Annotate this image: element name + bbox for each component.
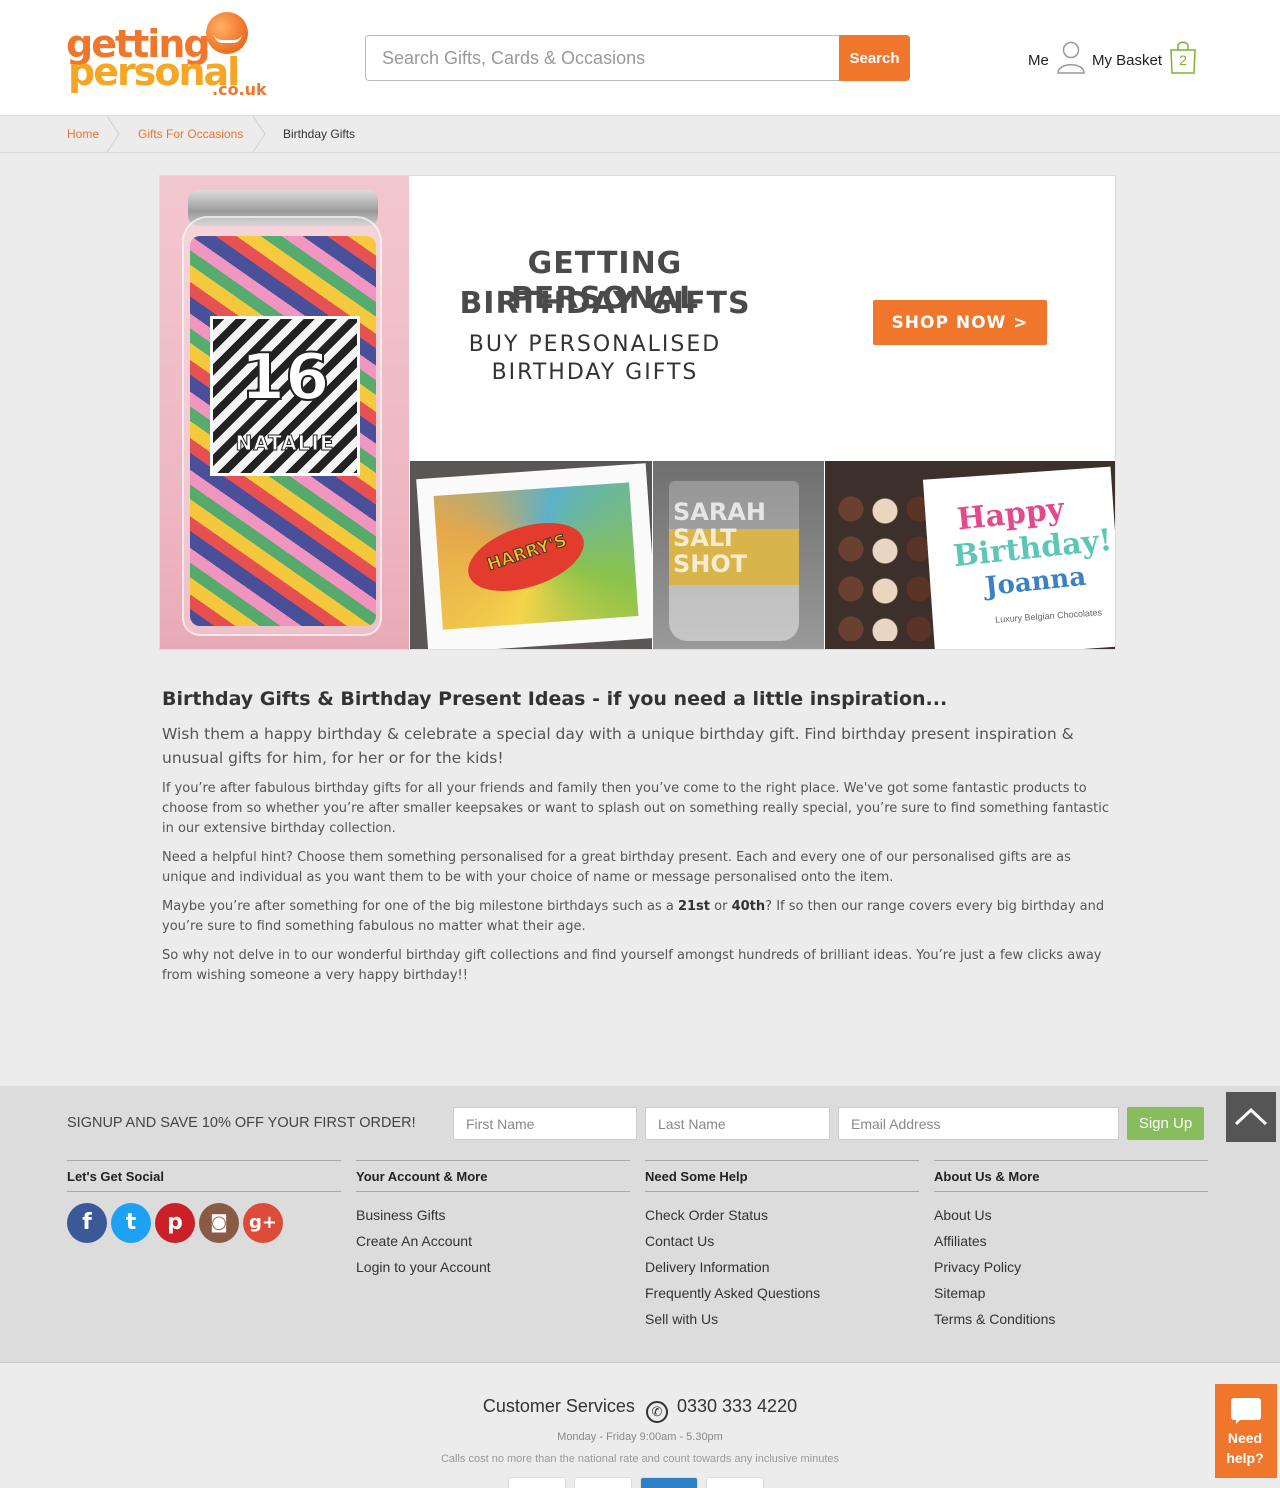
banner-text-area: GETTING PERSONAL BIRTHDAY GIFTS BUY PERS… [409, 176, 1115, 461]
first-name-field[interactable] [453, 1107, 637, 1140]
milestone-40th: 40th [731, 899, 766, 914]
breadcrumb-occasions[interactable]: Gifts For Occasions [138, 127, 243, 141]
breadcrumb-home[interactable]: Home [67, 127, 99, 141]
phone-icon: ✆ [645, 1401, 668, 1423]
paragraph-3-a: Maybe you’re after something for one of … [162, 899, 678, 914]
sign-product-image: HARRY'S [410, 461, 652, 649]
banner-subtitle-line1: BUY PERSONALISED [468, 332, 722, 357]
search-bar: Search [365, 35, 910, 81]
footer-col-about: About Us & More About Us Affiliates Priv… [934, 1160, 1208, 1329]
glass-text: SARAH SALT SHOT [673, 498, 766, 578]
intro-lead: Wish them a happy birthday & celebrate a… [162, 725, 1074, 767]
need-help-text: Need help? [1215, 1428, 1275, 1468]
page-title: Birthday Gifts & Birthday Present Ideas … [162, 688, 948, 710]
link-sell-with-us[interactable]: Sell with Us [645, 1310, 919, 1329]
jar-label: 16 NATALIE [210, 316, 360, 476]
amex-icon [640, 1477, 698, 1488]
site-footer: SIGNUP AND SAVE 10% OFF YOUR FIRST ORDER… [0, 1086, 1280, 1488]
opening-hours: Monday - Friday 9:00am - 5.30pm [557, 1431, 723, 1443]
need-help-line2: help? [1226, 1450, 1264, 1466]
link-create-account[interactable]: Create An Account [356, 1232, 630, 1251]
basket-count-badge: 2 [1179, 52, 1187, 68]
milestone-21st: 21st [677, 899, 711, 914]
paypal-icon [706, 1477, 764, 1488]
link-login[interactable]: Login to your Account [356, 1258, 630, 1277]
customer-services-strip: Customer Services ✆ 0330 333 4220 Monday… [0, 1362, 1280, 1488]
paragraph-4: So why not delve in to our wonderful bir… [162, 948, 1102, 983]
jar-name: NATALIE [235, 431, 335, 456]
customer-services-label: Customer Services [482, 1396, 635, 1416]
last-name-field[interactable] [645, 1107, 830, 1140]
need-help-line1: Need [1227, 1430, 1263, 1446]
customer-services: Customer Services ✆ 0330 333 4220 [0, 1396, 1280, 1423]
banner-subtitle-line2: BIRTHDAY GIFTS [491, 360, 699, 385]
sweet-jar-image: 16 NATALIE [160, 176, 409, 649]
link-privacy[interactable]: Privacy Policy [934, 1258, 1208, 1277]
breadcrumb-chevron-icon [252, 116, 266, 152]
site-header: getting personal .co.uk Search Me My Bas… [0, 0, 1280, 116]
search-input[interactable] [365, 35, 841, 81]
link-terms[interactable]: Terms & Conditions [934, 1310, 1208, 1329]
phone-number[interactable]: 0330 333 4220 [677, 1396, 797, 1416]
paragraph-2: Need a helpful hint? Choose them somethi… [162, 850, 1071, 885]
chocolate-card-image: Happy Birthday! Joanna Luxury Belgian Ch… [825, 461, 1115, 649]
jar-number: 16 [239, 340, 330, 416]
shop-now-button[interactable]: SHOP NOW > [873, 300, 1047, 345]
account-link[interactable]: Me [1028, 52, 1049, 69]
instagram-icon[interactable]: ◙ [199, 1203, 239, 1243]
twitter-icon[interactable]: t [111, 1203, 151, 1243]
account-title: Your Account & More [356, 1160, 630, 1192]
pinterest-icon[interactable]: p [155, 1203, 195, 1243]
mastercard-icon [574, 1477, 632, 1488]
breadcrumb-current: Birthday Gifts [283, 127, 356, 141]
visa-icon [508, 1477, 566, 1488]
social-title: Let's Get Social [67, 1160, 341, 1192]
link-affiliates[interactable]: Affiliates [934, 1232, 1208, 1251]
signup-button[interactable]: Sign Up [1127, 1107, 1204, 1140]
google-plus-icon[interactable]: g+ [243, 1203, 283, 1243]
link-delivery[interactable]: Delivery Information [645, 1258, 919, 1277]
site-logo[interactable]: getting personal .co.uk [66, 12, 276, 100]
signup-label: SIGNUP AND SAVE 10% OFF YOUR FIRST ORDER… [67, 1115, 416, 1131]
link-sitemap[interactable]: Sitemap [934, 1284, 1208, 1303]
back-to-top-icon[interactable] [1226, 1092, 1276, 1142]
paragraph-3: Maybe you’re after something for one of … [162, 897, 1112, 937]
paragraph-3-or: or [710, 899, 732, 914]
email-field[interactable] [838, 1107, 1119, 1140]
banner-title-line2: BIRTHDAY GIFTS [459, 286, 751, 321]
social-icons: f t p ◙ g+ [67, 1203, 341, 1245]
link-order-status[interactable]: Check Order Status [645, 1206, 919, 1225]
breadcrumb-chevron-icon [106, 116, 120, 152]
need-help-widget[interactable]: Need help? [1215, 1384, 1277, 1478]
footer-col-account: Your Account & More Business Gifts Creat… [356, 1160, 630, 1277]
logo-line3: .co.uk [212, 80, 267, 99]
basket-link[interactable]: My Basket [1092, 52, 1162, 69]
chat-icon [1231, 1398, 1261, 1424]
about-title: About Us & More [934, 1160, 1208, 1192]
search-button[interactable]: Search [839, 35, 910, 81]
link-faq[interactable]: Frequently Asked Questions [645, 1284, 919, 1303]
call-charges-note: Calls cost no more than the national rat… [440, 1453, 840, 1465]
breadcrumb: Home Gifts For Occasions Birthday Gifts [0, 116, 1280, 153]
link-about-us[interactable]: About Us [934, 1206, 1208, 1225]
facebook-icon[interactable]: f [67, 1203, 107, 1243]
help-title: Need Some Help [645, 1160, 919, 1192]
paragraph-1: If you’re after fabulous birthday gifts … [162, 781, 1110, 836]
seo-content: Birthday Gifts & Birthday Present Ideas … [162, 686, 1112, 986]
link-business-gifts[interactable]: Business Gifts [356, 1206, 630, 1225]
promo-banner[interactable]: 16 NATALIE GETTING PERSONAL BIRTHDAY GIF… [159, 175, 1116, 650]
shot-glass-image: SARAH SALT SHOT [653, 461, 824, 649]
link-contact-us[interactable]: Contact Us [645, 1232, 919, 1251]
footer-col-help: Need Some Help Check Order Status Contac… [645, 1160, 919, 1329]
user-icon[interactable] [1056, 40, 1086, 74]
footer-col-social: Let's Get Social f t p ◙ g+ [67, 1160, 341, 1245]
logo-ball-icon [206, 12, 248, 54]
